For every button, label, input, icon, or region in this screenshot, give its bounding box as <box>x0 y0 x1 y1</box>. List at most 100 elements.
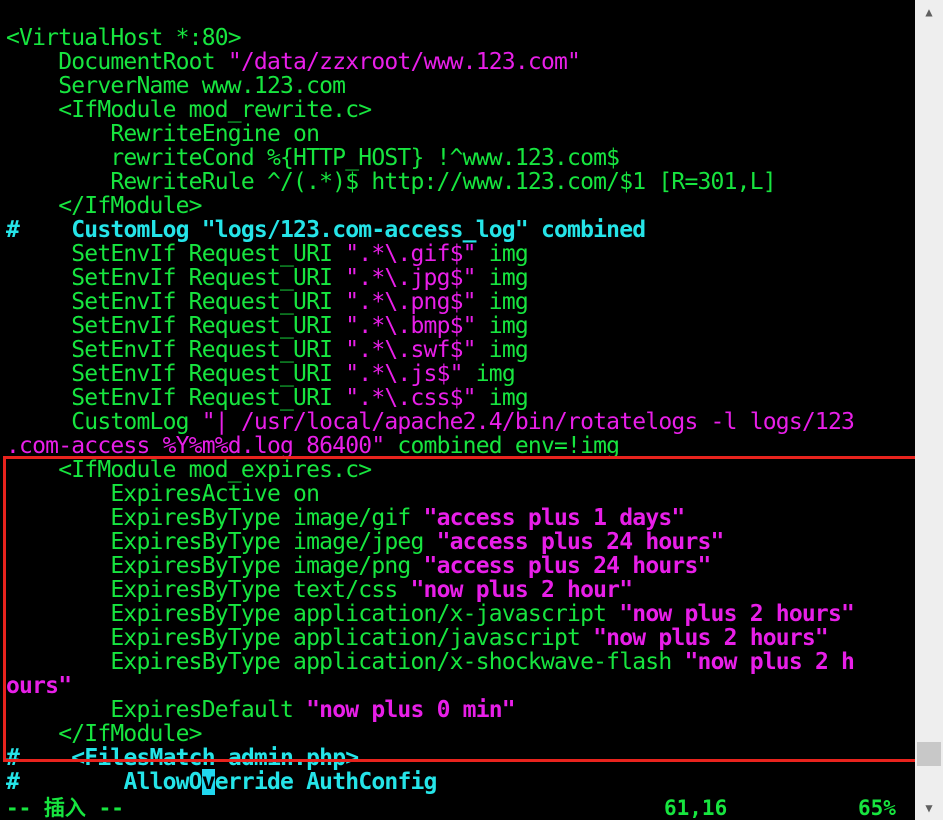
code-token: ".*\.jpg$" <box>345 265 476 291</box>
code-line[interactable]: # <FilesMatch admin.php> <box>6 745 359 771</box>
code-token: ExpiresByType application/javascript <box>6 625 594 651</box>
code-line[interactable]: .com-access_%Y%m%d.log 86400" combined e… <box>6 433 620 459</box>
code-token: <IfModule mod_rewrite.c> <box>6 97 372 123</box>
code-token: "now plus 2 hour" <box>410 577 633 603</box>
code-token: img <box>475 289 529 315</box>
code-line[interactable]: SetEnvIf Request_URI ".*\.bmp$" img <box>6 314 528 338</box>
code-token: CustomLog <box>6 409 202 435</box>
code-token: erride AuthConfig <box>214 769 438 795</box>
code-token: ExpiresDefault <box>6 697 307 723</box>
scroll-percent: 65% <box>858 796 896 820</box>
code-token: img <box>462 361 516 387</box>
code-token: AllowO <box>123 769 202 795</box>
scroll-thumb[interactable] <box>917 742 941 766</box>
code-token: rewriteCond %{HTTP_HOST} !^www.123.com$ <box>6 145 620 171</box>
code-token: SetEnvIf Request_URI <box>6 265 346 291</box>
code-line[interactable]: SetEnvIf Request_URI ".*\.css$" img <box>6 386 528 410</box>
code-token: ExpiresByType image/gif <box>6 505 424 531</box>
code-token: ExpiresByType text/css <box>6 577 411 603</box>
code-line[interactable]: <IfModule mod_rewrite.c> <box>6 97 372 123</box>
code-line[interactable]: ExpiresByType text/css "now plus 2 hour" <box>6 577 633 603</box>
code-token: SetEnvIf Request_URI <box>6 385 346 411</box>
vim-status-line: -- 插入 -- 61,16 65% <box>0 796 915 820</box>
code-token: "| /usr/local/apache2.4/bin/rotatelogs -… <box>201 409 855 435</box>
code-token: # <box>6 769 124 795</box>
code-line[interactable]: ExpiresByType application/javascript "no… <box>6 626 828 650</box>
code-token: ".*\.png$" <box>345 289 476 315</box>
code-token: img <box>475 313 529 339</box>
code-token: ExpiresActive on <box>6 481 320 507</box>
code-line[interactable]: ExpiresByType application/x-shockwave-fl… <box>6 649 855 675</box>
code-token: img <box>475 385 529 411</box>
code-token: RewriteRule ^/(.*)$ http://www.123.com/$… <box>6 169 776 195</box>
code-token: </IfModule> <box>6 193 202 219</box>
code-token: ".*\.bmp$" <box>345 313 476 339</box>
code-token: CustomLog "logs/123.com-access_log" comb… <box>71 217 646 243</box>
code-line[interactable]: SetEnvIf Request_URI ".*\.swf$" img <box>6 338 528 362</box>
code-line[interactable]: SetEnvIf Request_URI ".*\.js$" img <box>6 362 515 386</box>
code-line[interactable]: ours" <box>6 673 72 699</box>
code-line[interactable]: ExpiresActive on <box>6 481 320 507</box>
code-token: ServerName www.123.com <box>6 73 346 99</box>
code-token: img <box>475 337 529 363</box>
code-token: ours" <box>6 673 72 699</box>
status-mode: -- 插入 -- <box>6 796 124 820</box>
code-line[interactable]: <VirtualHost *:80> <box>6 25 242 51</box>
code-line[interactable]: SetEnvIf Request_URI ".*\.gif$" img <box>6 242 528 266</box>
code-token: ExpiresByType application/x-javascript <box>6 601 620 627</box>
code-line[interactable]: ExpiresByType image/gif "access plus 1 d… <box>6 505 686 531</box>
code-token: ".*\.css$" <box>345 385 476 411</box>
text-cursor: v <box>201 769 216 795</box>
code-line[interactable]: SetEnvIf Request_URI ".*\.jpg$" img <box>6 266 528 290</box>
code-token: "now plus 2 hours" <box>593 625 829 651</box>
scroll-down-icon[interactable]: ▼ <box>915 796 943 820</box>
code-token: "now plus 0 min" <box>306 697 516 723</box>
code-token: <FilesMatch admin.php> <box>71 745 359 771</box>
code-line[interactable]: ExpiresByType application/x-javascript "… <box>6 601 855 627</box>
vertical-scrollbar[interactable]: ▲ ▼ <box>915 0 943 820</box>
code-token: SetEnvIf Request_URI <box>6 241 346 267</box>
code-line[interactable]: ServerName www.123.com <box>6 73 346 99</box>
code-token: SetEnvIf Request_URI <box>6 289 346 315</box>
code-token: SetEnvIf Request_URI <box>6 361 346 387</box>
code-token: RewriteEngine on <box>6 121 320 147</box>
code-line[interactable]: ExpiresByType image/jpeg "access plus 24… <box>6 530 724 554</box>
code-line[interactable]: RewriteEngine on <box>6 121 320 147</box>
code-token: ExpiresByType application/x-shockwave-fl… <box>6 649 685 675</box>
code-token: "access plus 24 hours" <box>423 553 712 579</box>
code-token: <IfModule mod_expires.c> <box>6 457 372 483</box>
code-token: DocumentRoot <box>6 49 228 75</box>
code-line[interactable]: </IfModule> <box>6 722 202 746</box>
code-token: .com-access_%Y%m%d.log 86400" <box>6 433 385 459</box>
code-line[interactable]: ExpiresByType image/png "access plus 24 … <box>6 554 711 578</box>
code-token: ".*\.js$" <box>345 361 463 387</box>
code-token: "access plus 24 hours" <box>436 529 725 555</box>
code-token: </IfModule> <box>6 721 202 747</box>
scroll-up-icon[interactable]: ▲ <box>915 0 943 24</box>
code-line[interactable]: CustomLog "| /usr/local/apache2.4/bin/ro… <box>6 409 855 435</box>
code-token: img <box>475 265 529 291</box>
code-line[interactable]: DocumentRoot "/data/zzxroot/www.123.com" <box>6 49 581 75</box>
code-line[interactable]: RewriteRule ^/(.*)$ http://www.123.com/$… <box>6 170 776 194</box>
code-token: # <box>6 217 72 243</box>
code-token: img <box>475 241 529 267</box>
code-token: ".*\.gif$" <box>345 241 476 267</box>
code-token: # <box>6 745 72 771</box>
code-token: "now plus 2 hours" <box>619 601 855 627</box>
code-line[interactable]: SetEnvIf Request_URI ".*\.png$" img <box>6 290 528 314</box>
code-token: SetEnvIf Request_URI <box>6 313 346 339</box>
code-token: "now plus 2 h <box>684 649 855 675</box>
code-token: ".*\.swf$" <box>345 337 476 363</box>
code-line[interactable]: # AllowOverride AuthConfig <box>6 769 438 795</box>
code-token: <VirtualHost *:80> <box>6 25 242 51</box>
code-token: "access plus 1 days" <box>423 505 686 531</box>
code-line[interactable]: ExpiresDefault "now plus 0 min" <box>6 698 515 722</box>
code-token: combined env=!img <box>384 433 620 459</box>
code-line[interactable]: <IfModule mod_expires.c> <box>6 457 372 483</box>
code-token: "/data/zzxroot/www.123.com" <box>227 49 581 75</box>
code-line[interactable]: # CustomLog "logs/123.com-access_log" co… <box>6 217 646 243</box>
code-line[interactable]: rewriteCond %{HTTP_HOST} !^www.123.com$ <box>6 145 620 171</box>
terminal-editor[interactable]: <VirtualHost *:80> DocumentRoot "/data/z… <box>0 0 915 820</box>
code-line[interactable]: </IfModule> <box>6 194 202 218</box>
code-token: ExpiresByType image/png <box>6 553 424 579</box>
